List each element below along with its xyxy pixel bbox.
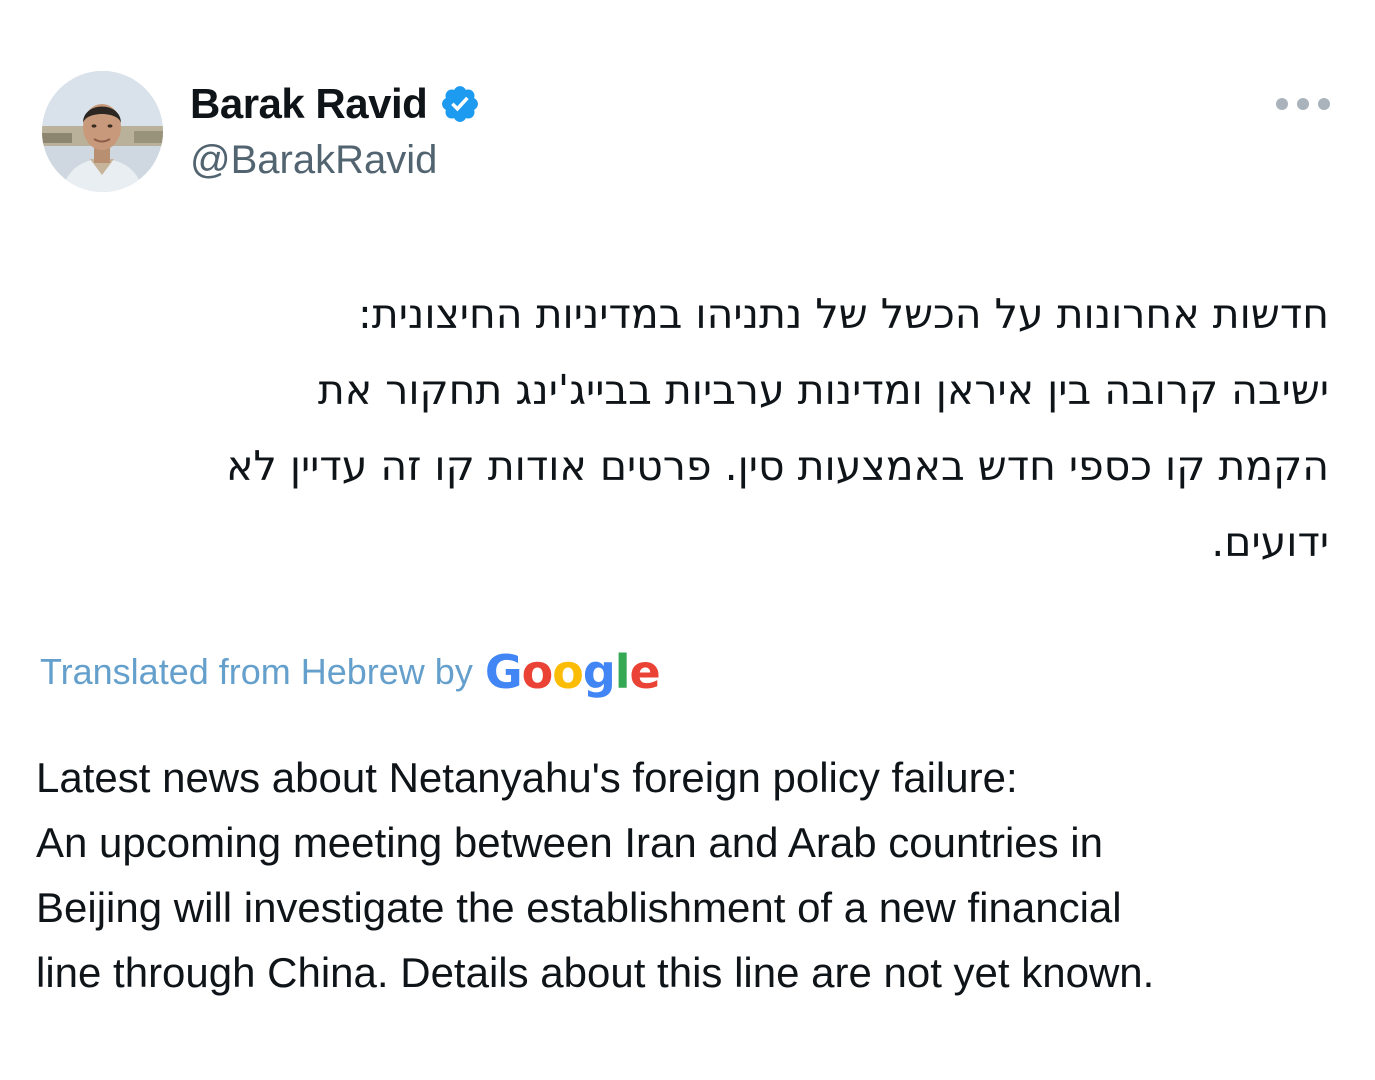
translation-label[interactable]: Translated from Hebrew by — [40, 651, 473, 693]
translated-line: line through China. Details about this l… — [36, 949, 1155, 996]
author-display-name[interactable]: Barak Ravid — [190, 78, 481, 130]
avatar[interactable] — [42, 71, 163, 192]
google-logo: Google — [484, 645, 661, 699]
more-dot — [1297, 98, 1309, 110]
original-line: ידועים. — [1211, 518, 1329, 566]
more-dot — [1276, 98, 1288, 110]
more-dot — [1318, 98, 1330, 110]
display-name-text[interactable]: Barak Ravid — [190, 78, 428, 130]
translated-line: Latest news about Netanyahu's foreign po… — [36, 754, 1018, 801]
translation-attribution[interactable]: Translated from Hebrew by Google — [40, 644, 661, 700]
more-options-icon[interactable] — [1276, 92, 1330, 116]
author-handle[interactable]: @BarakRavid — [190, 134, 437, 186]
translated-line: An upcoming meeting between Iran and Ara… — [36, 819, 1104, 866]
verified-badge-icon[interactable] — [439, 83, 481, 125]
original-line: חדשות אחרונות על הכשל של נתניהו במדיניות… — [357, 290, 1329, 338]
original-line: ישיבה קרובה בין איראן ומדינות ערביות בבי… — [317, 366, 1329, 414]
original-line: הקמת קו כספי חדש באמצעות סין. פרטים אודו… — [226, 442, 1329, 490]
translated-line: Beijing will investigate the establishme… — [36, 884, 1122, 931]
tweet-original-text: חדשות אחרונות על הכשל של נתניהו במדיניות… — [69, 276, 1329, 580]
avatar-photo — [42, 71, 163, 192]
tweet-translated-text: Latest news about Netanyahu's foreign po… — [36, 745, 1336, 1005]
tweet: Barak Ravid @BarakRavid חדשות אחרונות על… — [0, 0, 1375, 1080]
